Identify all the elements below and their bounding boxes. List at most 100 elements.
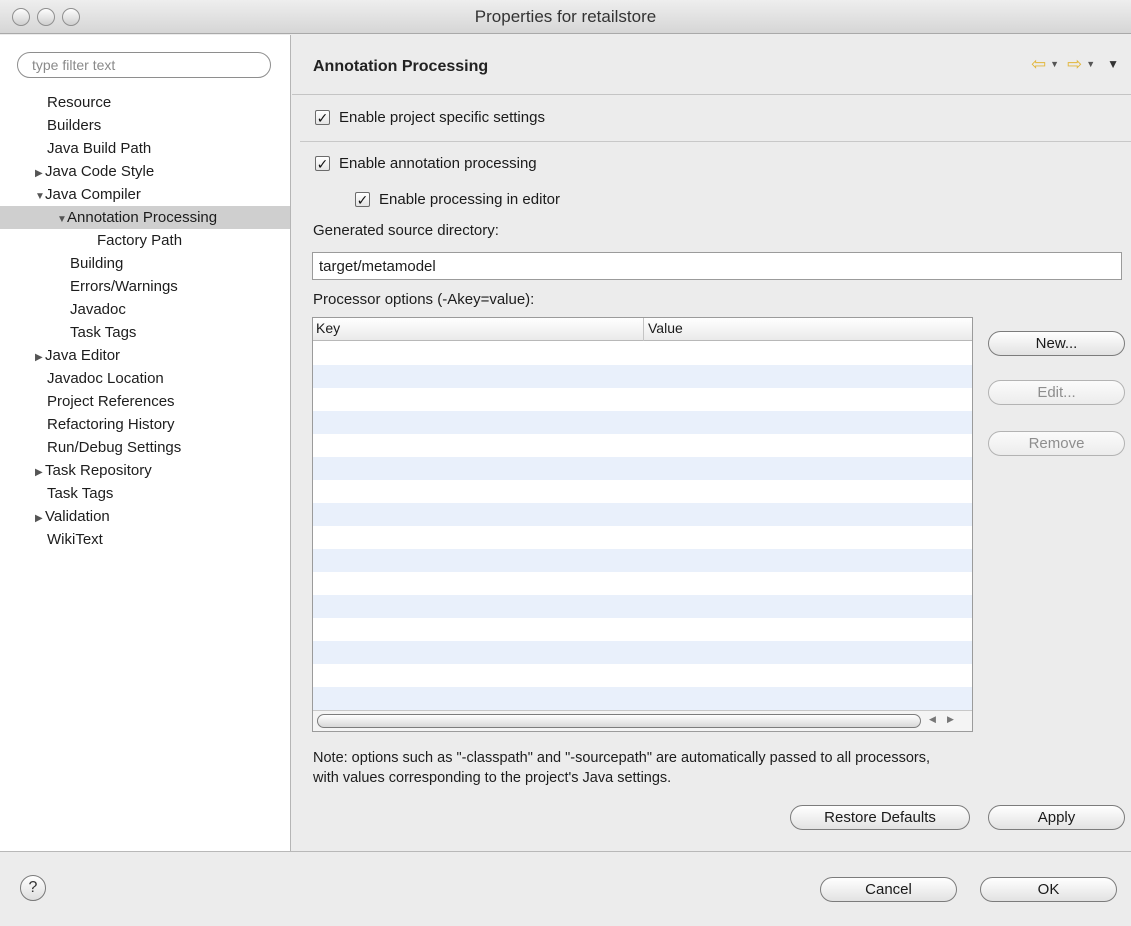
checkmark-icon[interactable]: ✓ xyxy=(355,192,370,207)
tree-item-label: Resource xyxy=(47,94,112,111)
enable-project-specific-checkbox[interactable]: ✓ Enable project specific settings xyxy=(315,109,545,126)
enable-processing-in-editor-checkbox[interactable]: ✓ Enable processing in editor xyxy=(355,191,560,208)
divider xyxy=(300,141,1131,142)
checkbox-label: Enable annotation processing xyxy=(339,155,537,172)
tree-item-validation[interactable]: ▶ Validation xyxy=(0,505,290,528)
tree-item-java-code-style[interactable]: ▶ Java Code Style xyxy=(0,160,290,183)
column-header-key[interactable]: Key xyxy=(316,320,340,336)
back-arrow-icon[interactable]: ⇦ xyxy=(1031,55,1046,73)
main-panel: Annotation Processing ⇦ ▼ ⇨ ▼ ▼ ✓ Enable… xyxy=(292,35,1131,851)
tree-item-label: Annotation Processing xyxy=(67,209,218,226)
tree-item-label: Java Build Path xyxy=(47,140,152,157)
tree-item-java-editor[interactable]: ▶ Java Editor xyxy=(0,344,290,367)
tree-item-builders[interactable]: Builders xyxy=(0,114,290,137)
filter-input[interactable] xyxy=(17,52,271,78)
tree-item-task-tags[interactable]: Task Tags xyxy=(0,482,290,505)
tree-item-resource[interactable]: Resource xyxy=(0,91,290,114)
column-divider[interactable] xyxy=(643,318,644,341)
back-dropdown-icon[interactable]: ▼ xyxy=(1050,59,1059,69)
tree-item-java-build-path[interactable]: Java Build Path xyxy=(0,137,290,160)
generated-source-label: Generated source directory: xyxy=(313,222,499,239)
tree-item-label: Builders xyxy=(47,117,102,134)
horizontal-scrollbar[interactable]: ◀ ▶ xyxy=(313,710,972,731)
expand-arrow-icon[interactable]: ▶ xyxy=(35,461,45,484)
scroll-left-icon[interactable]: ◀ xyxy=(929,714,936,725)
expand-arrow-icon[interactable]: ▶ xyxy=(35,346,45,369)
scroll-right-icon[interactable]: ▶ xyxy=(947,714,954,725)
title-bar: Properties for retailstore xyxy=(0,0,1131,34)
table-row[interactable] xyxy=(313,434,972,457)
tree-item-label: Task Repository xyxy=(45,462,152,479)
properties-dialog: Properties for retailstore Resource Buil… xyxy=(0,0,1131,926)
tree-item-annotation-processing[interactable]: ▼Annotation Processing xyxy=(0,206,290,229)
table-row[interactable] xyxy=(313,641,972,664)
collapse-arrow-icon[interactable]: ▼ xyxy=(57,208,67,231)
forward-dropdown-icon[interactable]: ▼ xyxy=(1086,59,1095,69)
tree-item-label: Task Tags xyxy=(70,324,137,341)
tree-item-javadoc[interactable]: Javadoc xyxy=(0,298,290,321)
table-row[interactable] xyxy=(313,664,972,687)
table-row[interactable] xyxy=(313,549,972,572)
tree-item-wikitext[interactable]: WikiText xyxy=(0,528,290,551)
table-row[interactable] xyxy=(313,457,972,480)
tree-item-label: Javadoc Location xyxy=(47,370,164,387)
tree-item-label: Errors/Warnings xyxy=(70,278,178,295)
table-row[interactable] xyxy=(313,572,972,595)
enable-annotation-processing-checkbox[interactable]: ✓ Enable annotation processing xyxy=(315,155,537,172)
table-row[interactable] xyxy=(313,503,972,526)
tree-item-label: Building xyxy=(70,255,124,272)
nav-controls: ⇦ ▼ ⇨ ▼ ▼ xyxy=(1031,55,1119,73)
expand-arrow-icon[interactable]: ▶ xyxy=(35,507,45,530)
table-row[interactable] xyxy=(313,595,972,618)
table-row[interactable] xyxy=(313,365,972,388)
table-row[interactable] xyxy=(313,687,972,710)
column-header-value[interactable]: Value xyxy=(648,320,683,336)
tree-item-label: Java Compiler xyxy=(45,186,141,203)
tree-item-label: Run/Debug Settings xyxy=(47,439,182,456)
collapse-arrow-icon[interactable]: ▼ xyxy=(35,185,45,208)
ok-button[interactable]: OK xyxy=(980,877,1117,902)
view-menu-icon[interactable]: ▼ xyxy=(1107,57,1119,71)
sidebar: Resource Builders Java Build Path ▶Java … xyxy=(0,35,291,851)
checkbox-label: Enable project specific settings xyxy=(339,109,545,126)
cancel-button[interactable]: Cancel xyxy=(820,877,957,902)
scrollbar-thumb[interactable] xyxy=(317,714,921,728)
page-header: Annotation Processing ⇦ ▼ ⇨ ▼ ▼ xyxy=(292,35,1131,95)
tree-item-javadoc-location[interactable]: Javadoc Location xyxy=(0,367,290,390)
tree-item-building[interactable]: Building xyxy=(0,252,290,275)
tree-item-factory-path[interactable]: Factory Path xyxy=(0,229,290,252)
table-row[interactable] xyxy=(313,526,972,549)
checkmark-icon[interactable]: ✓ xyxy=(315,110,330,125)
dialog-footer: ? Cancel OK xyxy=(0,851,1131,926)
restore-defaults-button[interactable]: Restore Defaults xyxy=(790,805,970,830)
tree-item-label: Project References xyxy=(47,393,175,410)
edit-button[interactable]: Edit... xyxy=(988,380,1125,405)
tree-item-label: Task Tags xyxy=(47,485,114,502)
note-line: with values corresponding to the project… xyxy=(313,770,672,786)
tree-item-task-repository[interactable]: ▶ Task Repository xyxy=(0,459,290,482)
tree-item-compiler-task-tags[interactable]: Task Tags xyxy=(0,321,290,344)
tree-item-refactoring-history[interactable]: Refactoring History xyxy=(0,413,290,436)
tree-item-label: Javadoc xyxy=(70,301,126,318)
table-row[interactable] xyxy=(313,618,972,641)
forward-arrow-icon[interactable]: ⇨ xyxy=(1067,55,1082,73)
table-row[interactable] xyxy=(313,388,972,411)
table-row[interactable] xyxy=(313,411,972,434)
remove-button[interactable]: Remove xyxy=(988,431,1125,456)
new-button[interactable]: New... xyxy=(988,331,1125,356)
page-title: Annotation Processing xyxy=(313,58,489,75)
help-icon[interactable]: ? xyxy=(20,875,46,901)
table-row[interactable] xyxy=(313,342,972,365)
checkmark-icon[interactable]: ✓ xyxy=(315,156,330,171)
processor-options-table[interactable]: Key Value ◀ ▶ xyxy=(312,317,973,732)
expand-arrow-icon[interactable]: ▶ xyxy=(35,162,45,185)
apply-button[interactable]: Apply xyxy=(988,805,1125,830)
tree-item-project-references[interactable]: Project References xyxy=(0,390,290,413)
table-body[interactable] xyxy=(313,342,972,710)
tree-item-errors-warnings[interactable]: Errors/Warnings xyxy=(0,275,290,298)
tree-item-java-compiler[interactable]: ▼Java Compiler xyxy=(0,183,290,206)
tree-item-run-debug-settings[interactable]: Run/Debug Settings xyxy=(0,436,290,459)
tree-item-label: Factory Path xyxy=(97,232,183,249)
generated-source-input[interactable] xyxy=(312,252,1122,280)
table-row[interactable] xyxy=(313,480,972,503)
